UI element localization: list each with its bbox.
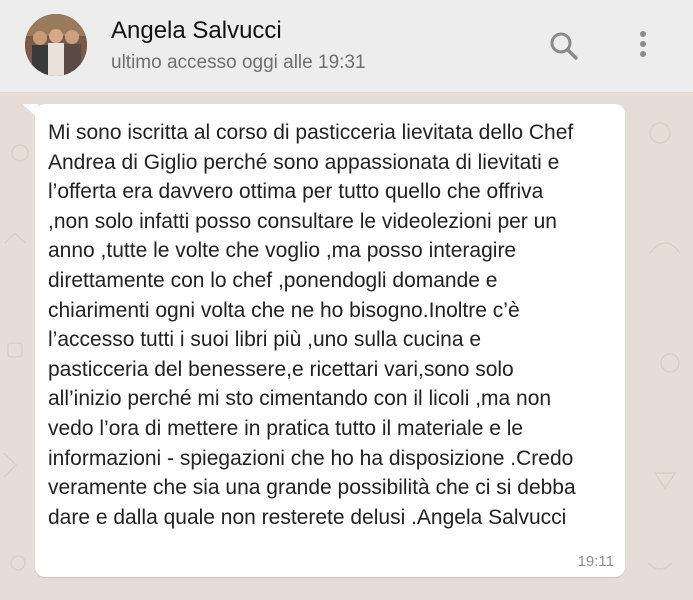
message-timestamp: 19:11 [577,553,614,570]
contact-name[interactable]: Angela Salvucci [111,17,282,45]
last-seen-status: ultimo accesso oggi alle 19:31 [111,52,366,73]
search-button[interactable] [544,26,584,66]
contact-avatar[interactable] [25,14,87,76]
profile-photo-icon [25,14,87,76]
more-vert-icon [640,31,646,57]
message-text: Mi sono iscritta al corso di pasticceria… [48,121,576,529]
search-icon [550,32,578,60]
message-bubble[interactable]: Mi sono iscritta al corso di pasticceria… [35,104,625,577]
menu-button[interactable] [624,26,664,66]
chat-header: Angela Salvucci ultimo accesso oggi alle… [0,0,693,93]
